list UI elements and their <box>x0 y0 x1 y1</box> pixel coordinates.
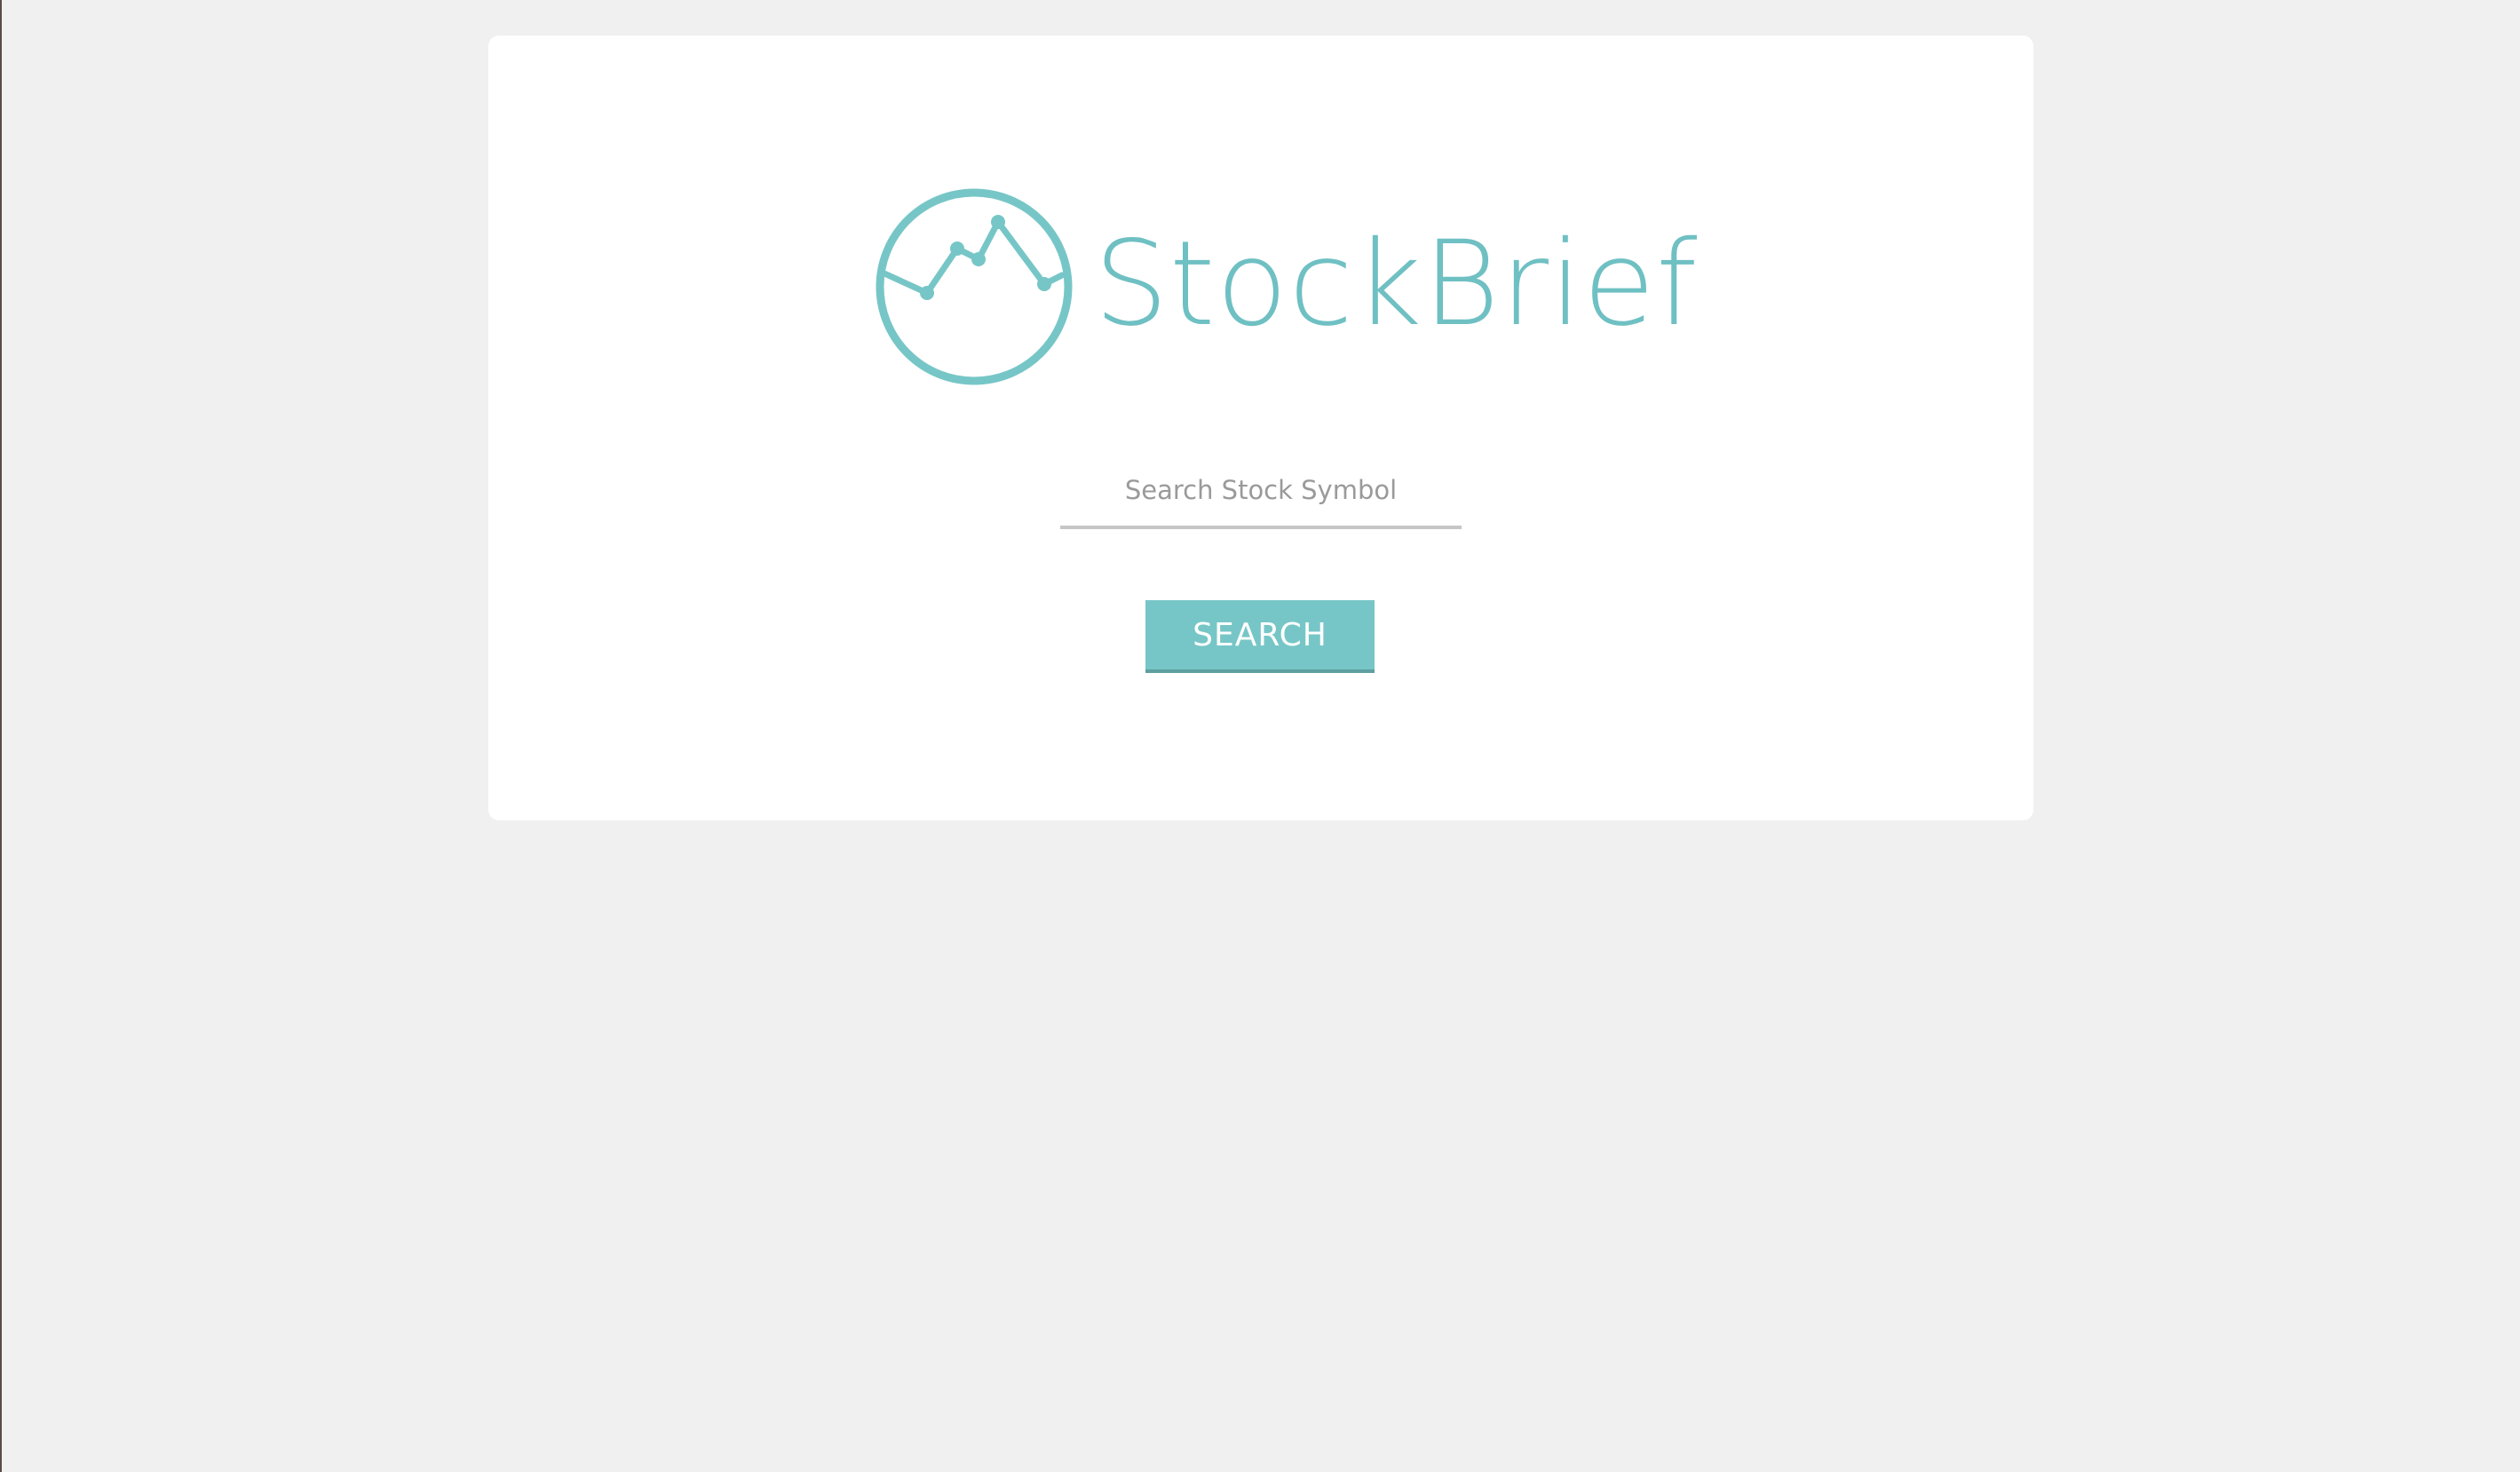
search-field-wrapper <box>1060 455 1462 529</box>
window-edge-divider <box>0 0 2 1472</box>
search-card <box>488 36 2033 820</box>
search-button[interactable]: SEARCH <box>1145 600 1375 673</box>
stock-chart-circle-icon <box>876 188 1073 385</box>
stock-symbol-search-input[interactable] <box>1060 455 1462 529</box>
brand-name: StockBrief <box>1094 216 1699 352</box>
brand-logo: StockBrief <box>874 186 1698 387</box>
